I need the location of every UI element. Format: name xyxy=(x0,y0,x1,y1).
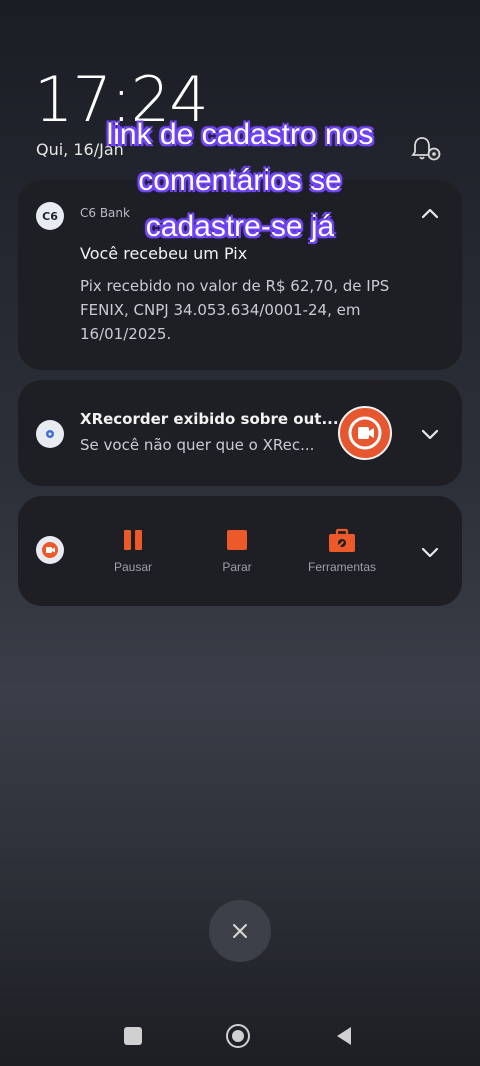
pause-icon xyxy=(121,528,145,552)
pause-button[interactable]: Pausar xyxy=(102,528,164,574)
notification-recorder-controls[interactable]: Pausar Parar Ferramentas xyxy=(18,496,462,606)
xrecorder-logo-icon xyxy=(338,406,392,460)
stop-icon xyxy=(225,528,249,552)
notification-app-name: C6 Bank xyxy=(80,206,130,220)
chevron-down-icon[interactable] xyxy=(418,540,442,564)
tools-button[interactable]: Ferramentas xyxy=(300,528,384,574)
back-button[interactable] xyxy=(334,1025,354,1047)
notification-title: Você recebeu um Pix xyxy=(80,244,248,263)
notification-xrecorder[interactable]: XRecorder exibido sobre out... Se você n… xyxy=(18,380,462,486)
toolbox-icon xyxy=(329,528,355,552)
clock-time: 17:24 xyxy=(34,63,209,136)
c6-bank-icon: C6 xyxy=(36,202,64,230)
bell-settings-icon xyxy=(411,137,441,161)
recents-button[interactable] xyxy=(124,1027,142,1045)
notification-title: XRecorder exibido sobre out... xyxy=(80,410,339,428)
notification-body: Pix recebido no valor de R$ 62,70, de IP… xyxy=(80,277,390,343)
clear-notifications-button[interactable] xyxy=(209,900,271,962)
pause-label: Pausar xyxy=(113,560,153,574)
home-button[interactable] xyxy=(226,1024,250,1048)
notification-c6-bank[interactable]: C6 C6 Bank Você recebeu um Pix Pix receb… xyxy=(18,180,462,370)
stop-button[interactable]: Parar xyxy=(206,528,268,574)
chevron-up-icon[interactable] xyxy=(418,202,442,226)
close-icon xyxy=(233,924,247,938)
notification-settings-button[interactable] xyxy=(410,134,444,164)
xrecorder-app-icon xyxy=(36,536,64,564)
chevron-down-icon[interactable] xyxy=(418,422,442,446)
clock-date: Qui, 16/Jan xyxy=(36,140,124,159)
stop-label: Parar xyxy=(222,560,252,574)
tools-label: Ferramentas xyxy=(307,560,377,574)
xrecorder-small-icon xyxy=(36,420,64,448)
notification-body: Se você não quer que o XRec... xyxy=(80,436,315,454)
